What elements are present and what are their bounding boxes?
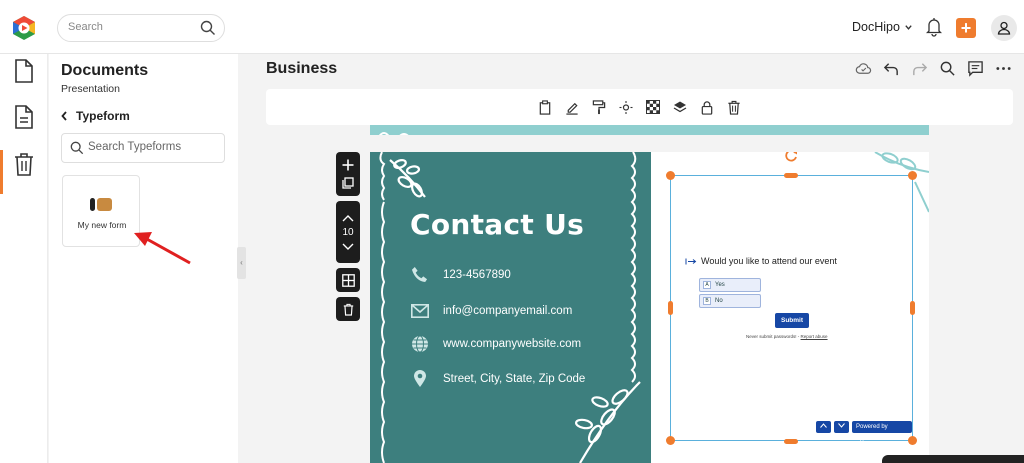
transparency-icon[interactable] — [646, 100, 660, 114]
workspace-menu[interactable]: DocHipo — [852, 20, 913, 34]
resize-handle-bottom[interactable] — [784, 439, 798, 444]
panel-title: Documents — [61, 62, 149, 79]
cloud-save-icon[interactable] — [855, 60, 872, 77]
grid-view-button[interactable] — [336, 268, 360, 292]
zoom-controls-bar[interactable] — [882, 455, 1024, 463]
option-key: A — [703, 281, 711, 289]
typeform-question[interactable]: Would you like to attend our event — [685, 256, 837, 266]
delete-page-button[interactable] — [336, 297, 360, 321]
typeform-option-b[interactable]: B No — [699, 294, 761, 308]
zoom-search-icon[interactable] — [939, 60, 956, 77]
add-page-icon[interactable] — [342, 159, 354, 171]
powered-by-typeform[interactable]: Powered by Typeform — [852, 421, 912, 442]
rail-trash[interactable] — [12, 151, 36, 177]
undo-icon[interactable] — [883, 60, 900, 77]
file-text-icon — [15, 105, 33, 129]
typeform-search[interactable] — [61, 133, 225, 163]
top-bar: DocHipo + — [0, 0, 1024, 54]
page-number: 10 — [342, 226, 354, 238]
grid-icon — [341, 273, 355, 287]
typeform-footer-text: Never submit passwords! - — [746, 334, 801, 339]
back-to-typeform[interactable]: Typeform — [61, 109, 130, 123]
workspace-name: DocHipo — [852, 20, 900, 34]
trash-icon — [343, 303, 353, 316]
typeform-option-a[interactable]: A Yes — [699, 278, 761, 292]
layers-icon[interactable] — [673, 100, 687, 114]
paint-roller-icon[interactable] — [592, 99, 606, 115]
edit-pencil-icon[interactable] — [565, 100, 579, 115]
rotate-icon[interactable] — [785, 152, 798, 162]
typeform-embed[interactable]: Would you like to attend our event A Yes… — [670, 175, 913, 442]
chevron-down-icon — [838, 423, 845, 428]
typeform-search-input[interactable] — [88, 141, 218, 153]
typeform-question-text: Would you like to attend our event — [701, 256, 837, 266]
chevron-down-icon — [905, 24, 912, 30]
brightness-icon[interactable] — [619, 100, 633, 115]
document-title[interactable]: Business — [266, 60, 337, 78]
resize-handle-bottom-left[interactable] — [666, 436, 675, 445]
resize-handle-right[interactable] — [910, 301, 915, 315]
resize-handle-top-left[interactable] — [666, 171, 675, 180]
previous-page-preview[interactable] — [370, 125, 929, 135]
bell-icon[interactable] — [926, 17, 942, 37]
arrow-right-icon — [685, 258, 697, 264]
rail-documents[interactable] — [12, 58, 36, 84]
chevron-left-icon — [61, 111, 67, 121]
user-icon — [997, 21, 1011, 35]
global-search[interactable] — [57, 14, 225, 42]
option-label: Yes — [715, 282, 725, 288]
slide-canvas[interactable]: Contact Us 123-4567890 info@companyemail… — [370, 152, 929, 463]
global-search-input[interactable] — [68, 21, 198, 33]
typeform-submit-button[interactable]: Submit — [775, 313, 809, 328]
chevron-up-icon[interactable] — [342, 214, 354, 222]
lock-icon[interactable] — [700, 100, 714, 115]
panel-subtitle: Presentation — [61, 83, 120, 95]
plus-icon: + — [960, 18, 972, 38]
add-page-group — [336, 152, 360, 196]
search-icon — [70, 141, 84, 155]
trash-icon — [15, 153, 33, 176]
page-navigator: 10 — [336, 201, 360, 263]
duplicate-page-icon[interactable] — [342, 177, 354, 189]
clipboard-icon[interactable] — [538, 99, 552, 115]
more-options-icon[interactable] — [995, 60, 1012, 77]
option-label: No — [715, 298, 723, 304]
redo-icon[interactable] — [911, 60, 928, 77]
typeform-footer: Never submit passwords! - Report abuse — [746, 334, 828, 339]
typeform-nav: Powered by Typeform — [816, 421, 912, 442]
document-icon — [15, 59, 33, 83]
chevron-down-icon[interactable] — [342, 243, 354, 251]
resize-handle-left[interactable] — [668, 301, 673, 315]
typeform-prev-button[interactable] — [816, 421, 831, 433]
comment-icon[interactable] — [967, 60, 984, 77]
dochipo-logo[interactable] — [11, 15, 37, 41]
typeform-card[interactable]: My new form — [62, 175, 140, 247]
user-avatar[interactable] — [991, 15, 1017, 41]
collapse-panel-handle[interactable]: ‹ — [237, 247, 246, 279]
element-toolbar — [266, 89, 1013, 125]
option-key: B — [703, 297, 711, 305]
chevron-up-icon — [820, 423, 827, 428]
left-rail — [0, 54, 48, 463]
documents-panel: Documents Presentation Typeform My new f… — [49, 54, 238, 463]
typeform-next-button[interactable] — [834, 421, 849, 433]
delete-icon[interactable] — [727, 100, 741, 115]
rail-active-indicator — [0, 150, 3, 194]
report-abuse-link[interactable]: Report abuse — [801, 334, 828, 339]
resize-handle-bottom-right[interactable] — [908, 436, 917, 445]
search-icon[interactable] — [200, 20, 216, 36]
typeform-card-label: My new form — [77, 220, 127, 230]
typeform-logo-icon — [90, 198, 112, 211]
rail-presentations[interactable] — [12, 104, 36, 130]
back-label: Typeform — [76, 109, 130, 123]
leaf-decoration — [378, 132, 409, 135]
resize-handle-top[interactable] — [784, 173, 798, 178]
editor-actions — [855, 60, 1012, 77]
resize-handle-top-right[interactable] — [908, 171, 917, 180]
page-tools: 10 — [336, 152, 360, 326]
create-new-button[interactable]: + — [956, 18, 976, 38]
